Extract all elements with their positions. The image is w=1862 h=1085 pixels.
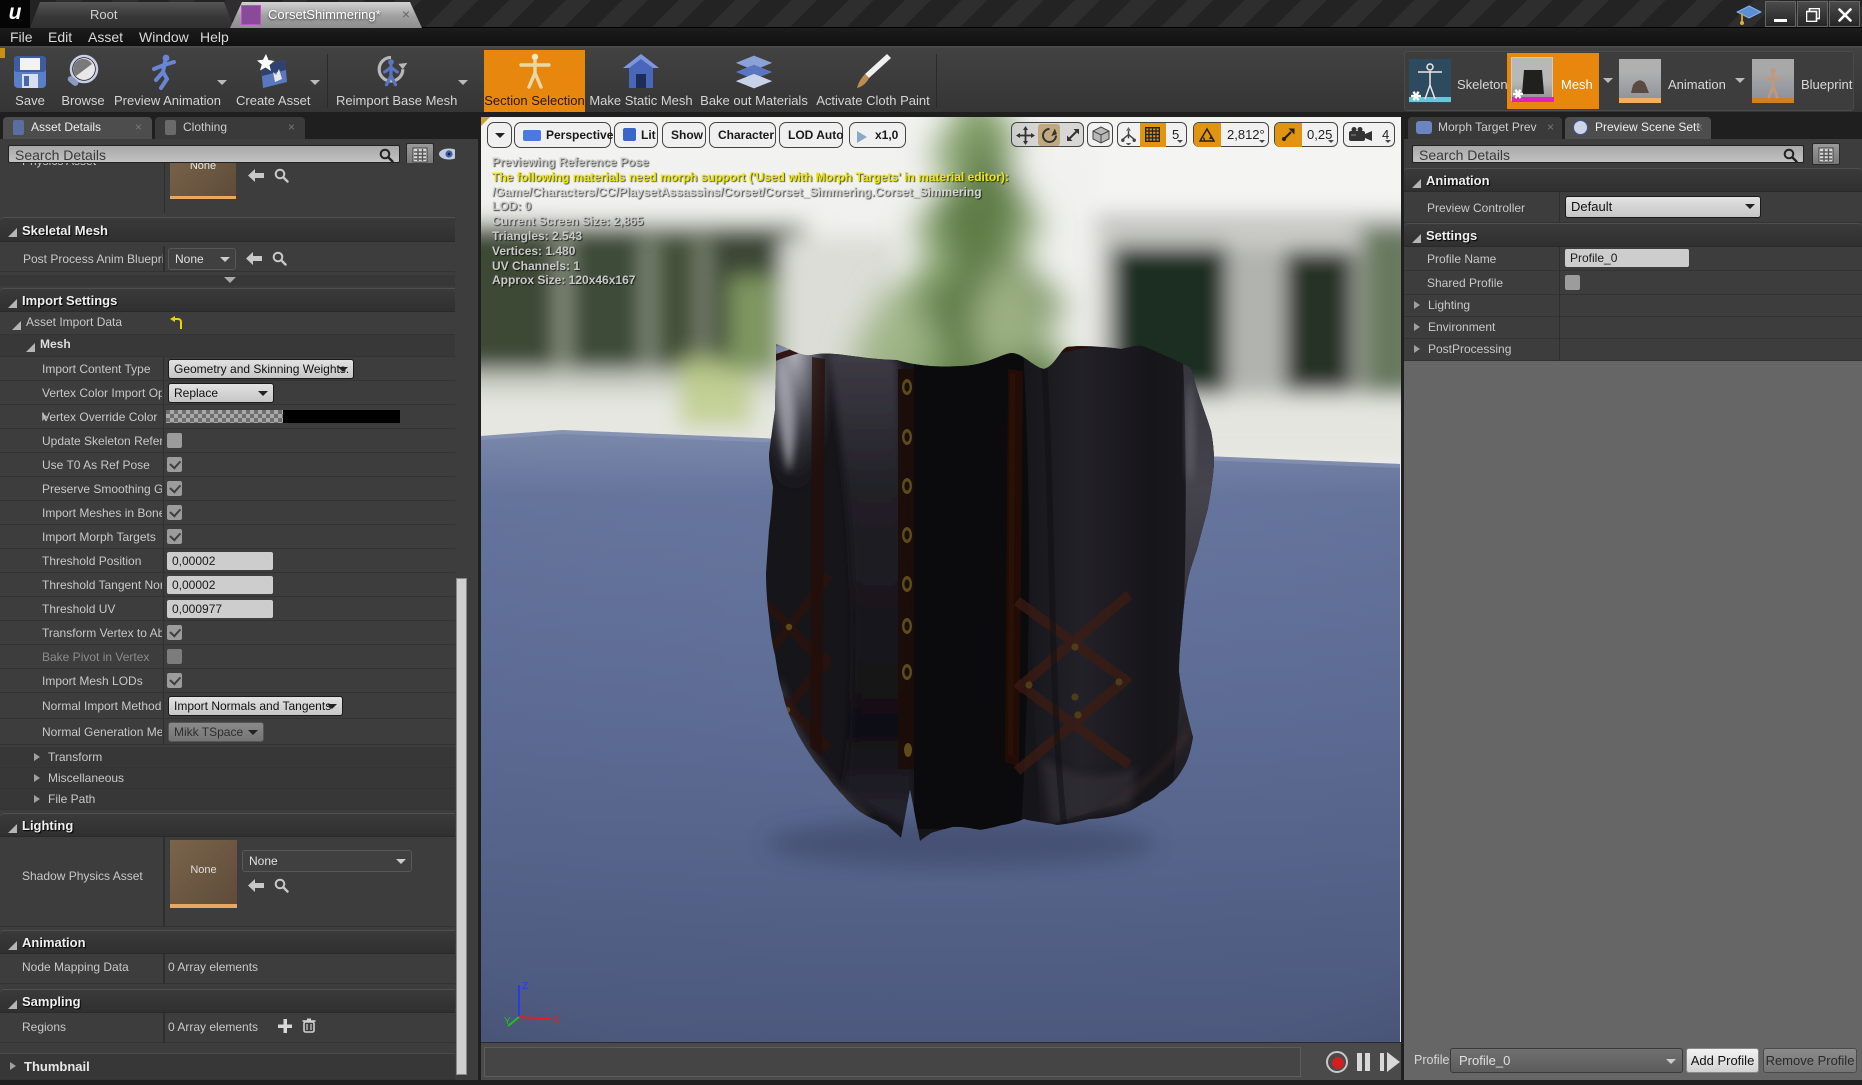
svg-text:Y: Y	[504, 1016, 511, 1027]
svg-text:X: X	[553, 1015, 560, 1026]
svg-text:Z: Z	[522, 981, 528, 992]
